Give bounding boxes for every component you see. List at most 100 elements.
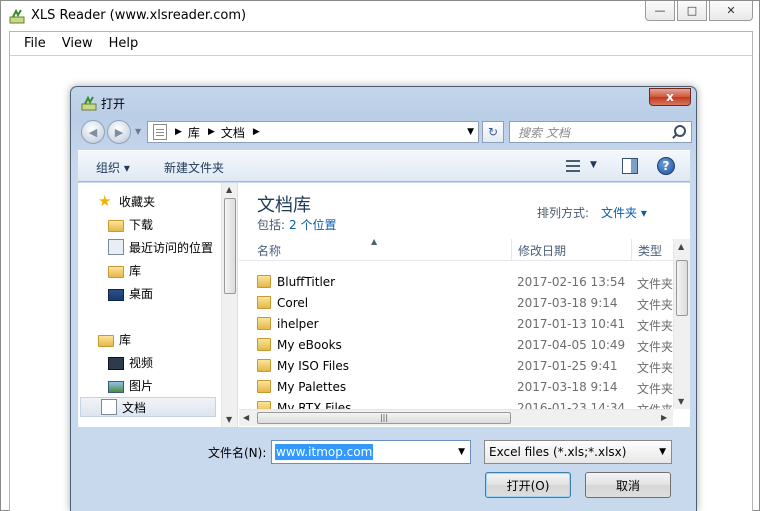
file-name: My ISO Files <box>277 359 350 373</box>
scrollbar-thumb[interactable]: ||| <box>257 412 511 424</box>
arrange-by-label: 排列方式: <box>537 206 590 220</box>
breadcrumb-separator-icon[interactable]: ▶ <box>175 127 182 137</box>
new-folder-button[interactable]: 新建文件夹 <box>164 159 224 176</box>
scroll-down-icon[interactable]: ▼ <box>678 397 684 406</box>
recent-locations-dropdown-icon[interactable]: ▼ <box>135 127 141 136</box>
menu-view[interactable]: View <box>54 36 101 51</box>
app-icon <box>81 95 97 111</box>
file-row[interactable]: My RTX Files 2016-01-23 14:34 文件夹 <box>239 398 673 409</box>
back-button[interactable]: ◀ <box>81 120 105 144</box>
filename-input[interactable]: www.itmop.com ▼ <box>271 440 471 464</box>
desktop-icon <box>108 289 124 301</box>
libraries-folder-icon <box>98 335 114 347</box>
file-type-select[interactable]: Excel files (*.xls;*.xlsx) ▼ <box>484 440 672 464</box>
file-name: My RTX Files <box>277 401 352 409</box>
breadcrumb-documents[interactable]: 文档 <box>221 124 245 141</box>
nav-libraries[interactable]: 库 <box>98 329 131 349</box>
folder-icon <box>257 296 271 309</box>
video-icon <box>108 356 124 370</box>
breadcrumb-library[interactable]: 库 <box>188 124 200 141</box>
file-row[interactable]: BluffTitler 2017-02-16 13:54 文件夹 <box>239 272 673 293</box>
menu-file[interactable]: File <box>16 36 54 51</box>
nav-item-videos[interactable]: 视频 <box>108 352 153 372</box>
scroll-right-icon[interactable]: ▶ <box>661 413 667 422</box>
menu-help[interactable]: Help <box>101 36 147 51</box>
close-button[interactable]: ✕ <box>709 1 753 21</box>
scroll-down-icon[interactable]: ▼ <box>226 415 232 424</box>
scroll-left-icon[interactable]: ◀ <box>243 413 249 422</box>
file-list-horizontal-scrollbar[interactable]: ◀ ||| ▶ <box>239 409 673 426</box>
includes-label: 包括: <box>257 218 286 232</box>
dialog-title: 打开 <box>101 97 126 111</box>
refresh-button[interactable]: ↻ <box>482 121 504 143</box>
nav-item-downloads[interactable]: 下载 <box>108 214 153 234</box>
includes-locations-link[interactable]: 2 个位置 <box>289 218 336 232</box>
file-list: BluffTitler 2017-02-16 13:54 文件夹 Corel 2… <box>239 272 673 409</box>
nav-item-desktop[interactable]: 桌面 <box>108 283 153 303</box>
nav-pane-scrollbar[interactable]: ▲ ▼ <box>221 183 237 427</box>
file-name: My eBooks <box>277 338 342 352</box>
search-input[interactable]: 搜索 文档 <box>509 121 692 143</box>
nav-item-recent-places[interactable]: 最近访问的位置 <box>108 237 213 257</box>
filename-value: www.itmop.com <box>275 444 374 460</box>
open-button[interactable]: 打开(O) <box>485 472 571 498</box>
minimize-button[interactable]: — <box>645 1 675 21</box>
file-type-value: Excel files (*.xls;*.xlsx) <box>489 445 627 459</box>
dialog-close-button[interactable]: x <box>649 88 691 106</box>
address-dropdown-icon[interactable]: ▼ <box>467 127 474 137</box>
scroll-up-icon[interactable]: ▲ <box>678 242 684 251</box>
file-list-pane: 文档库 包括: 2 个位置 排列方式: 文件夹 ▾ ▲ 名称 修改日期 类型 Bl… <box>239 183 690 427</box>
column-header-row: ▲ 名称 修改日期 类型 <box>239 237 673 261</box>
filename-dropdown-icon[interactable]: ▼ <box>458 447 465 457</box>
file-list-vertical-scrollbar[interactable]: ▲ ▼ <box>673 239 690 409</box>
scrollbar-thumb[interactable] <box>224 198 236 294</box>
refresh-icon: ↻ <box>487 125 499 139</box>
nav-item-label: 文档 <box>122 400 147 415</box>
file-type: 文件夹 <box>637 382 673 396</box>
maximize-button[interactable]: □ <box>677 1 707 21</box>
forward-button[interactable]: ▶ <box>107 120 131 144</box>
folder-icon <box>257 317 271 330</box>
forward-arrow-icon: ▶ <box>114 125 124 139</box>
scrollbar-thumb[interactable] <box>676 260 688 316</box>
column-type[interactable]: 类型 <box>632 239 673 261</box>
file-row[interactable]: My ISO Files 2017-01-25 9:41 文件夹 <box>239 356 673 377</box>
file-row[interactable]: My Palettes 2017-03-18 9:14 文件夹 <box>239 377 673 398</box>
file-type: 文件夹 <box>637 298 673 312</box>
organize-button[interactable]: 组织 ▾ <box>96 159 130 176</box>
column-name[interactable]: 名称 <box>251 239 512 261</box>
app-titlebar: XLS Reader (www.xlsreader.com) — □ ✕ <box>1 1 759 31</box>
nav-favorites[interactable]: ★ 收藏夹 <box>98 191 155 211</box>
app-icon <box>9 8 25 24</box>
arrange-by-dropdown[interactable]: 文件夹 ▾ <box>601 204 647 221</box>
file-type: 文件夹 <box>637 401 673 409</box>
file-type-dropdown-icon[interactable]: ▼ <box>659 447 666 457</box>
app-title: XLS Reader (www.xlsreader.com) <box>31 8 247 23</box>
library-folder-icon <box>108 266 124 278</box>
folder-icon <box>257 401 271 409</box>
nav-item-pictures[interactable]: 图片 <box>108 375 153 395</box>
open-file-dialog: 打开 x ◀ ▶ ▼ ▶ 库 ▶ 文档 ▶ ▼ ↻ 搜索 文档 组织 ▾ 新建文… <box>70 86 697 511</box>
preview-pane-icon[interactable] <box>622 158 638 174</box>
file-type: 文件夹 <box>637 319 673 333</box>
address-bar[interactable]: ▶ 库 ▶ 文档 ▶ ▼ <box>147 121 479 143</box>
breadcrumb-separator-icon[interactable]: ▶ <box>208 127 215 137</box>
view-dropdown-icon[interactable]: ▼ <box>590 160 597 170</box>
breadcrumb-separator-icon[interactable]: ▶ <box>253 127 260 137</box>
file-row[interactable]: ihelper 2017-01-13 10:41 文件夹 <box>239 314 673 335</box>
nav-item-library[interactable]: 库 <box>108 260 141 280</box>
file-date: 2016-01-23 14:34 <box>517 401 626 409</box>
nav-item-documents[interactable]: 文档 <box>80 397 216 417</box>
cancel-button[interactable]: 取消 <box>585 472 671 498</box>
nav-favorites-label: 收藏夹 <box>119 194 156 209</box>
nav-item-label: 图片 <box>129 378 154 393</box>
column-date-modified[interactable]: 修改日期 <box>512 239 632 261</box>
file-row[interactable]: My eBooks 2017-04-05 10:49 文件夹 <box>239 335 673 356</box>
help-icon[interactable]: ? <box>657 157 675 175</box>
search-icon[interactable] <box>670 124 686 140</box>
star-icon: ★ <box>98 192 112 210</box>
scroll-up-icon[interactable]: ▲ <box>226 185 232 194</box>
file-row[interactable]: Corel 2017-03-18 9:14 文件夹 <box>239 293 673 314</box>
view-options-icon[interactable] <box>566 159 582 173</box>
file-type: 文件夹 <box>637 340 673 354</box>
